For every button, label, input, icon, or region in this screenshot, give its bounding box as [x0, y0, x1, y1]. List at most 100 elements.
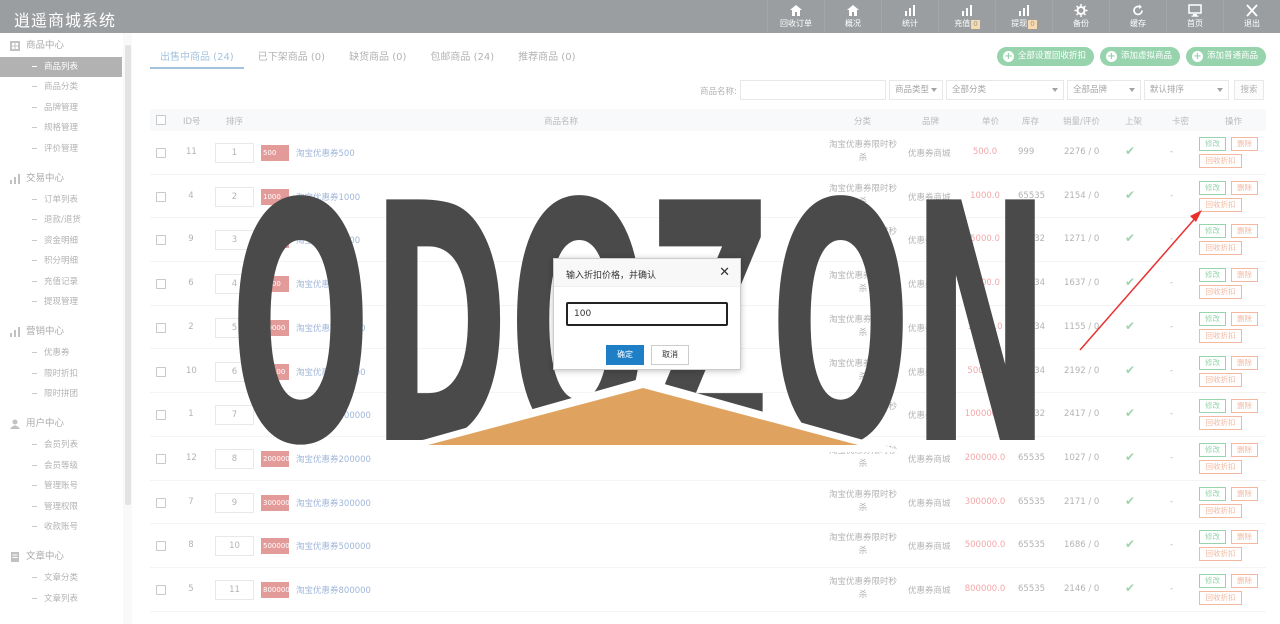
discount-button[interactable]: 回收折扣	[1199, 285, 1242, 300]
discount-price-input[interactable]: 100	[566, 302, 728, 326]
edit-button[interactable]: 修改	[1199, 574, 1226, 588]
sidebar-item[interactable]: 提现管理	[0, 292, 131, 312]
discount-button[interactable]: 回收折扣	[1199, 154, 1242, 168]
sort-input[interactable]: 2	[215, 186, 254, 207]
edit-button[interactable]: 修改	[1199, 399, 1226, 414]
sidebar-item[interactable]: 限时折扣	[0, 364, 131, 384]
row-checkbox[interactable]	[156, 585, 166, 595]
sort-input[interactable]: 4	[215, 274, 254, 295]
discount-button[interactable]: 回收折扣	[1199, 372, 1242, 387]
discount-button[interactable]: 回收折扣	[1199, 197, 1242, 212]
topnav-item-7[interactable]: 首页	[1166, 0, 1223, 33]
discount-button[interactable]: 回收折扣	[1199, 503, 1242, 518]
row-checkbox[interactable]	[156, 148, 166, 158]
sort-input[interactable]: 8	[215, 448, 254, 469]
delete-button[interactable]: 删除	[1231, 224, 1258, 239]
topnav-item-4[interactable]: 提现 0	[995, 0, 1052, 33]
delete-button[interactable]: 删除	[1231, 442, 1258, 457]
sort-input[interactable]: 3	[215, 230, 254, 251]
product-name-link[interactable]: 淘宝优惠券300000	[296, 497, 371, 509]
sort-input[interactable]: 6	[215, 361, 254, 382]
sidebar-group[interactable]: 营销中心	[0, 321, 131, 343]
sort-input[interactable]: 11	[215, 580, 254, 600]
delete-button[interactable]: 删除	[1231, 137, 1258, 151]
topnav-item-1[interactable]: 概况	[824, 0, 881, 33]
topnav-item-6[interactable]: 缓存	[1109, 0, 1166, 33]
product-name-link[interactable]: 淘宝优惠券500000	[296, 540, 371, 552]
row-checkbox[interactable]	[156, 235, 166, 246]
search-button[interactable]: 搜索	[1234, 80, 1264, 100]
product-name-link[interactable]: 淘宝优惠券8000	[296, 278, 360, 290]
product-name-link[interactable]: 淘宝优惠券800000	[296, 584, 371, 596]
edit-button[interactable]: 修改	[1199, 224, 1226, 239]
product-name-link[interactable]: 淘宝优惠券10000	[296, 322, 366, 334]
sidebar-item[interactable]: 资金明细	[0, 231, 131, 251]
tab-1[interactable]: 已下架商品 (0)	[248, 41, 335, 69]
action-button-0[interactable]: + 全部设置回收折扣	[996, 47, 1094, 66]
sort-input[interactable]: 1	[215, 143, 254, 163]
sort-input[interactable]: 10	[215, 536, 254, 557]
cancel-button[interactable]: 取消	[651, 345, 689, 365]
product-name-link[interactable]: 淘宝优惠券100000	[296, 409, 371, 421]
category-select[interactable]: 全部分类	[946, 80, 1064, 100]
delete-button[interactable]: 删除	[1231, 399, 1258, 414]
delete-button[interactable]: 删除	[1231, 486, 1258, 501]
sidebar-item[interactable]: 积分明细	[0, 251, 131, 271]
sidebar-item[interactable]: 商品分类	[0, 77, 131, 97]
product-name-link[interactable]: 淘宝优惠券500	[296, 147, 355, 159]
topnav-item-3[interactable]: 充值 0	[938, 0, 995, 33]
tab-2[interactable]: 缺货商品 (0)	[339, 41, 416, 69]
brand-select[interactable]: 全部品牌	[1067, 80, 1141, 100]
topnav-item-2[interactable]: 统计	[881, 0, 938, 33]
sort-select[interactable]: 默认排序	[1144, 80, 1229, 100]
product-name-link[interactable]: 淘宝优惠券50000	[296, 366, 366, 378]
delete-button[interactable]: 删除	[1231, 530, 1258, 545]
edit-button[interactable]: 修改	[1199, 311, 1226, 326]
topnav-item-0[interactable]: 回收订单	[767, 0, 824, 33]
sidebar-item[interactable]: 会员等级	[0, 456, 131, 476]
sort-input[interactable]: 7	[215, 405, 254, 426]
row-checkbox[interactable]	[156, 497, 166, 508]
sidebar-item[interactable]: 优惠券	[0, 343, 131, 363]
product-name-input[interactable]	[740, 80, 886, 100]
topnav-item-5[interactable]: 备份	[1052, 0, 1109, 33]
delete-button[interactable]: 删除	[1231, 574, 1258, 588]
edit-button[interactable]: 修改	[1199, 530, 1226, 545]
action-button-1[interactable]: + 添加虚拟商品	[1099, 47, 1180, 66]
sidebar-group[interactable]: 用户中心	[0, 413, 131, 435]
sidebar-item[interactable]: 收款账号	[0, 517, 131, 537]
delete-button[interactable]: 删除	[1231, 180, 1258, 195]
sidebar-item[interactable]: 充值记录	[0, 272, 131, 292]
sidebar-item[interactable]: 规格管理	[0, 118, 131, 138]
close-icon[interactable]: ✕	[719, 265, 730, 280]
sidebar-item[interactable]: 会员列表	[0, 435, 131, 455]
discount-button[interactable]: 回收折扣	[1199, 591, 1242, 605]
row-checkbox[interactable]	[156, 191, 166, 202]
sidebar-scrollbar-thumb[interactable]	[125, 45, 131, 505]
action-button-2[interactable]: + 添加普通商品	[1185, 47, 1266, 66]
row-checkbox[interactable]	[156, 279, 166, 290]
sidebar-item[interactable]: 管理权限	[0, 497, 131, 517]
sidebar-item[interactable]: 退款/退货	[0, 210, 131, 230]
product-type-select[interactable]: 商品类型	[889, 80, 943, 100]
sidebar-item[interactable]: 文章列表	[0, 589, 131, 609]
sidebar-item[interactable]: 订单列表	[0, 190, 131, 210]
edit-button[interactable]: 修改	[1199, 355, 1226, 370]
edit-button[interactable]: 修改	[1199, 486, 1226, 501]
confirm-button[interactable]: 确定	[606, 345, 644, 365]
sidebar-item[interactable]: 品牌管理	[0, 98, 131, 118]
row-checkbox[interactable]	[156, 410, 166, 421]
delete-button[interactable]: 删除	[1231, 311, 1258, 326]
sidebar-item[interactable]: 管理账号	[0, 476, 131, 496]
edit-button[interactable]: 修改	[1199, 268, 1226, 283]
row-checkbox[interactable]	[156, 366, 166, 377]
product-name-link[interactable]: 淘宝优惠券200000	[296, 453, 371, 465]
edit-button[interactable]: 修改	[1199, 442, 1226, 457]
edit-button[interactable]: 修改	[1199, 180, 1226, 195]
sort-input[interactable]: 9	[215, 492, 254, 513]
product-name-link[interactable]: 淘宝优惠券1000	[296, 191, 360, 203]
select-all-checkbox[interactable]	[156, 115, 166, 125]
tab-4[interactable]: 推荐商品 (0)	[508, 41, 585, 69]
discount-button[interactable]: 回收折扣	[1199, 328, 1242, 343]
edit-button[interactable]: 修改	[1199, 137, 1226, 151]
